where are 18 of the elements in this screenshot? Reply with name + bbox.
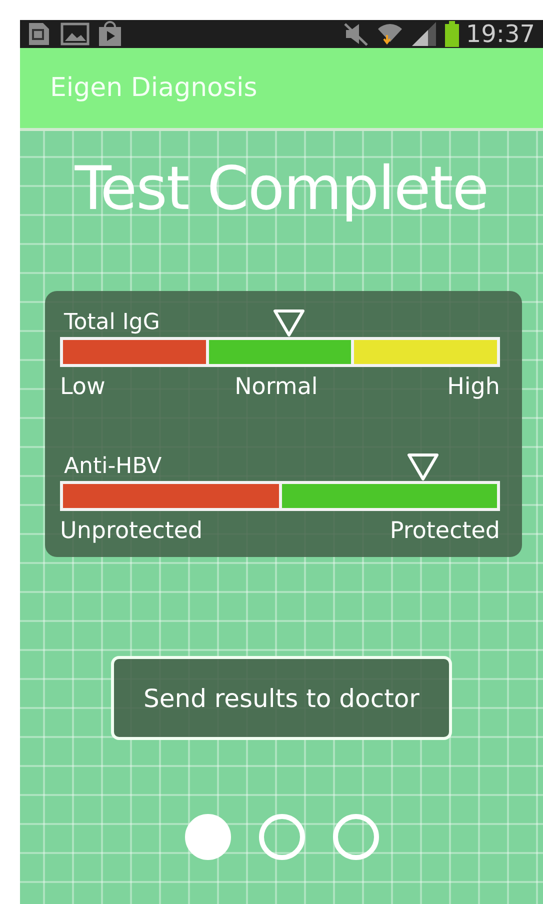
send-results-button[interactable]: Send results to doctor <box>111 656 452 740</box>
signal-icon <box>410 20 438 48</box>
page-dot[interactable] <box>184 814 230 860</box>
test-name: Total IgG <box>63 309 161 337</box>
page-heading: Test Complete <box>74 153 488 225</box>
range-label: Protected <box>390 517 500 545</box>
picture-icon <box>60 20 90 48</box>
page-dot[interactable] <box>258 814 304 860</box>
page-dot[interactable] <box>332 814 378 860</box>
battery-icon <box>444 20 460 48</box>
mute-icon <box>342 20 370 48</box>
range-label: High <box>447 373 500 401</box>
app-title: Eigen Diagnosis <box>50 73 258 103</box>
range-label: Normal <box>234 373 318 401</box>
range-label: Low <box>60 373 106 401</box>
range-label: Unprotected <box>60 517 203 545</box>
clock-time: 19:37 <box>466 20 535 48</box>
test-name: Anti-HBV <box>63 453 163 481</box>
